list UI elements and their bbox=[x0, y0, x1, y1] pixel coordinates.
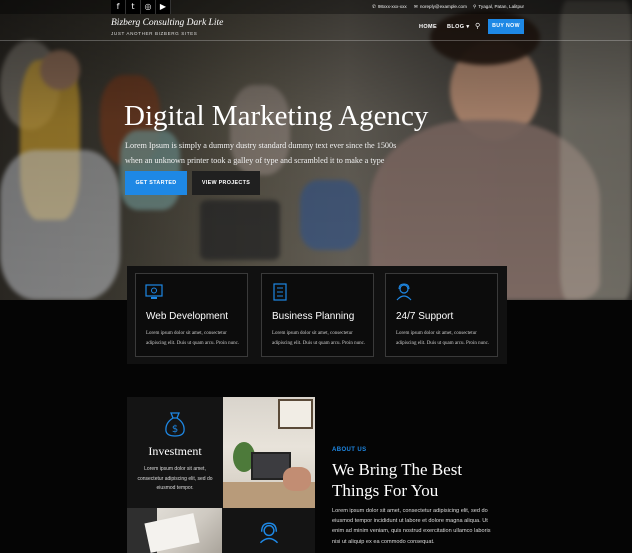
features-section: Web Development Lorem ipsum dolor sit am… bbox=[127, 266, 507, 364]
site-tagline: JUST ANOTHER BIZBERG SITES bbox=[111, 31, 198, 36]
location-contact: ⚲ Tyagal, Patan, Lalitpur bbox=[473, 0, 524, 14]
support-card[interactable] bbox=[222, 508, 315, 553]
headset-icon bbox=[259, 522, 279, 544]
feature-title: Web Development bbox=[146, 311, 229, 322]
investment-text: Lorem ipsum dolor sit amet, consectetur … bbox=[137, 466, 213, 491]
feature-text: Lorem ipsum dolor sit amet, consectetur … bbox=[396, 331, 490, 346]
support-agent-icon bbox=[396, 283, 412, 301]
search-icon[interactable]: ⚲ bbox=[475, 22, 480, 30]
phone-contact[interactable]: ✆ 98xxx-xxx-xxx bbox=[372, 0, 407, 14]
feature-card-support[interactable]: 24/7 Support Lorem ipsum dolor sit amet,… bbox=[385, 273, 498, 357]
feature-text: Lorem ipsum dolor sit amet, consectetur … bbox=[146, 331, 240, 346]
nav-blog[interactable]: BLOG ▾ bbox=[447, 24, 470, 30]
header-divider bbox=[0, 40, 632, 41]
map-pin-icon: ⚲ bbox=[473, 5, 477, 10]
checklist-icon bbox=[273, 283, 287, 301]
feature-title: Business Planning bbox=[272, 311, 355, 322]
office-desk-photo bbox=[223, 397, 315, 508]
phone-text: 98xxx-xxx-xxx bbox=[377, 4, 407, 9]
monitor-settings-icon bbox=[145, 284, 163, 299]
feature-title: 24/7 Support bbox=[396, 311, 454, 322]
svg-text:$: $ bbox=[172, 424, 178, 435]
hero-title: Digital Marketing Agency bbox=[124, 100, 429, 132]
twitter-icon[interactable]: t bbox=[126, 0, 141, 14]
site-title[interactable]: Bizberg Consulting Dark Lite bbox=[111, 18, 223, 28]
money-bag-icon: $ bbox=[165, 412, 185, 437]
about-title: We Bring The Best Things For You bbox=[332, 460, 463, 500]
email-contact[interactable]: ✉ noreply@example.com bbox=[414, 0, 467, 14]
about-text: Lorem ipsum dolor sit amet, consectetur … bbox=[332, 508, 491, 545]
feature-card-business-planning[interactable]: Business Planning Lorem ipsum dolor sit … bbox=[261, 273, 374, 357]
phone-icon: ✆ bbox=[372, 5, 376, 10]
investment-card[interactable]: $ Investment Lorem ipsum dolor sit amet,… bbox=[127, 397, 223, 508]
about-label: ABOUT US bbox=[332, 447, 367, 453]
top-bar: f t ◎ ▶ ✆ 98xxx-xxx-xxx ✉ noreply@example.… bbox=[0, 0, 632, 14]
email-text: noreply@example.com bbox=[419, 4, 467, 9]
paperwork-photo bbox=[127, 508, 223, 553]
feature-text: Lorem ipsum dolor sit amet, consectetur … bbox=[272, 331, 366, 346]
get-started-button[interactable]: GET STARTED bbox=[125, 171, 187, 195]
mail-icon: ✉ bbox=[414, 5, 418, 10]
nav-home[interactable]: HOME bbox=[419, 24, 437, 30]
view-projects-button[interactable]: VIEW PROJECTS bbox=[192, 171, 260, 195]
investment-title: Investment bbox=[148, 444, 202, 458]
instagram-icon[interactable]: ◎ bbox=[141, 0, 156, 14]
feature-card-web-development[interactable]: Web Development Lorem ipsum dolor sit am… bbox=[135, 273, 248, 357]
facebook-icon[interactable]: f bbox=[111, 0, 126, 14]
buy-now-button[interactable]: BUY NOW bbox=[488, 19, 524, 34]
location-text: Tyagal, Patan, Lalitpur bbox=[478, 4, 525, 9]
youtube-icon[interactable]: ▶ bbox=[156, 0, 171, 14]
